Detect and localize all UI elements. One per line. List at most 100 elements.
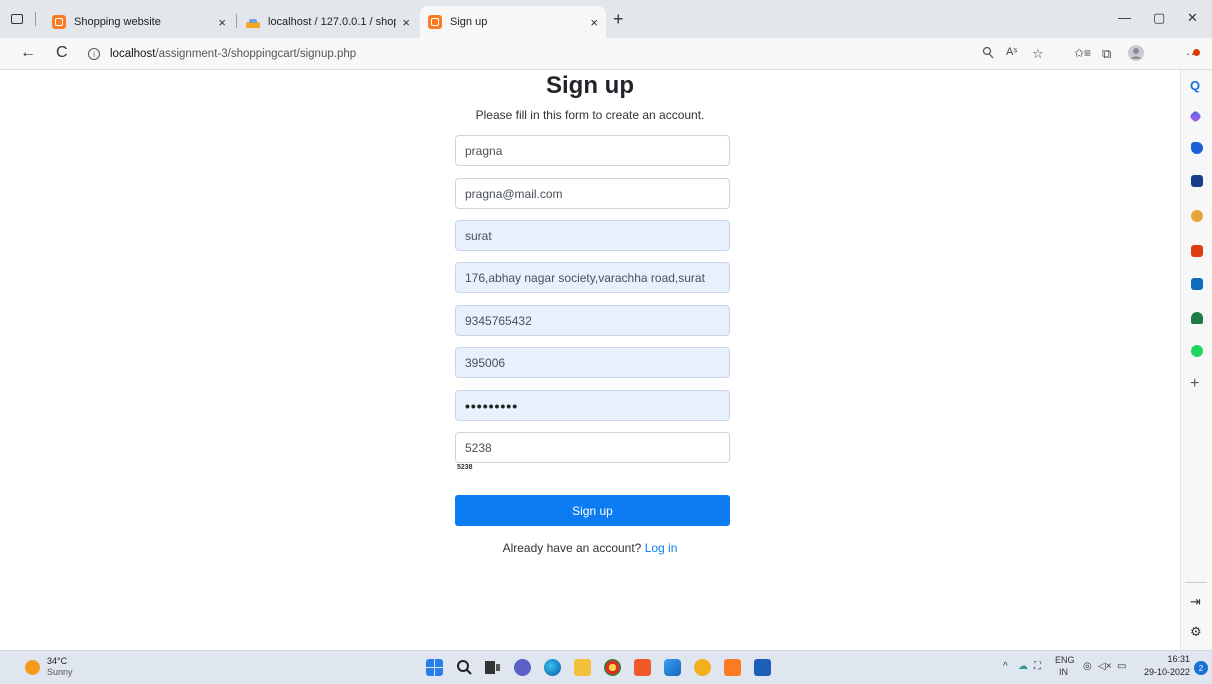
tab-close-icon[interactable]: × xyxy=(590,15,598,30)
tab-actions-icon xyxy=(11,14,23,24)
password-value: ••••••••• xyxy=(465,397,519,414)
login-prompt-text: Already have an account? xyxy=(502,541,642,555)
pincode-value: 395006 xyxy=(465,355,506,370)
address-bar-row: ← C i localhost/assignment-3/shoppingcar… xyxy=(0,38,1212,70)
url-path: /assignment-3/shoppingcart/signup.php xyxy=(155,48,357,60)
people-icon[interactable] xyxy=(1191,210,1203,222)
sign-up-button[interactable]: Sign up xyxy=(455,495,730,526)
chrome-icon[interactable] xyxy=(604,659,621,676)
spotify-icon[interactable] xyxy=(1191,345,1203,357)
wifi-icon[interactable]: ◎ xyxy=(1083,661,1092,672)
office-icon[interactable] xyxy=(1191,245,1203,257)
weather-temperature[interactable]: 34°C xyxy=(47,656,67,666)
settings-icon[interactable]: ⚙ xyxy=(1190,624,1202,640)
add-favorite-button[interactable]: ☆ xyxy=(1032,46,1044,62)
tab-shopping-website[interactable]: Shopping website × xyxy=(44,6,234,38)
email-value: pragna@mail.com xyxy=(465,186,563,201)
tab-title: localhost / 127.0.0.1 / shopping xyxy=(268,16,396,28)
network-tray-icon[interactable]: ⛶ xyxy=(1034,661,1041,672)
word-icon[interactable] xyxy=(754,659,771,676)
back-button[interactable]: ← xyxy=(20,44,36,62)
volume-icon[interactable]: ◁× xyxy=(1098,661,1112,672)
tools-icon[interactable] xyxy=(1191,175,1203,187)
windows-taskbar: 34°C Sunny ^ ☁ ⛶ ENG IN ◎ ◁× ▭ 16:31 29-… xyxy=(0,650,1212,684)
close-window-button[interactable]: ✕ xyxy=(1187,10,1198,26)
tree-icon[interactable] xyxy=(1191,312,1203,324)
search-icon[interactable]: Q xyxy=(1190,78,1200,93)
xampp-icon[interactable] xyxy=(724,659,741,676)
windows-start-icon[interactable] xyxy=(426,659,443,676)
tab-sign-up[interactable]: Sign up × xyxy=(420,6,606,38)
pincode-input[interactable]: 395006 xyxy=(455,347,730,378)
page-title: Sign up xyxy=(546,72,634,99)
password-input[interactable]: ••••••••• xyxy=(455,390,730,421)
tab-close-icon[interactable]: × xyxy=(218,15,226,30)
favorites-button[interactable]: ✩≡ xyxy=(1074,46,1091,60)
file-explorer-icon[interactable] xyxy=(574,659,591,676)
restore-button[interactable]: ▢ xyxy=(1153,10,1165,26)
tab-phpmyadmin[interactable]: localhost / 127.0.0.1 / shopping × xyxy=(238,6,418,38)
divider xyxy=(35,12,36,26)
address-input[interactable]: 176,abhay nagar society,varachha road,su… xyxy=(455,262,730,293)
xampp-favicon-icon xyxy=(52,15,66,29)
reload-button[interactable]: C xyxy=(56,44,68,62)
read-aloud-button[interactable]: Aˢ xyxy=(1006,46,1017,58)
tab-close-icon[interactable]: × xyxy=(402,15,410,30)
tab-title: Shopping website xyxy=(74,16,161,28)
address-value: 176,abhay nagar society,varachha road,su… xyxy=(465,270,705,285)
phone-value: 9345765432 xyxy=(465,313,532,328)
outlook-icon[interactable] xyxy=(1191,278,1203,290)
vscode-icon[interactable] xyxy=(664,659,681,676)
tab-actions-button[interactable] xyxy=(8,10,26,28)
add-sidebar-app-icon[interactable]: + xyxy=(1190,375,1199,393)
minimize-button[interactable]: — xyxy=(1118,10,1131,25)
divider xyxy=(236,14,237,28)
region-indicator[interactable]: IN xyxy=(1059,667,1068,677)
edge-sidebar: Q + ⇥ ⚙ xyxy=(1180,70,1212,650)
xampp-favicon-icon xyxy=(428,15,442,29)
page-content: Sign up Please fill in this form to crea… xyxy=(0,70,1180,650)
city-value: surat xyxy=(465,228,492,243)
clock-time[interactable]: 16:31 xyxy=(1158,654,1190,664)
address-bar[interactable]: i localhost/assignment-3/shoppingcart/si… xyxy=(88,42,968,66)
notifications-badge[interactable]: 2 xyxy=(1194,661,1208,675)
profile-avatar[interactable] xyxy=(1128,45,1144,61)
hide-sidebar-icon[interactable]: ⇥ xyxy=(1190,594,1201,610)
username-input[interactable]: pragna xyxy=(455,135,730,166)
onedrive-icon[interactable]: ☁ xyxy=(1018,661,1028,672)
app-icon[interactable] xyxy=(694,659,711,676)
shopping-tag-icon[interactable] xyxy=(1191,142,1203,154)
weather-description[interactable]: Sunny xyxy=(47,667,73,677)
search-icon[interactable] xyxy=(456,659,473,676)
phone-input[interactable]: 9345765432 xyxy=(455,305,730,336)
url-host: localhost xyxy=(110,48,156,60)
language-indicator[interactable]: ENG xyxy=(1055,655,1075,665)
app-icon[interactable] xyxy=(634,659,651,676)
login-link[interactable]: Log in xyxy=(645,541,678,555)
phpmyadmin-favicon-icon xyxy=(246,15,260,29)
login-prompt: Already have an account? Log in xyxy=(0,541,1180,555)
notification-dot-icon xyxy=(1193,49,1200,56)
site-info-icon[interactable]: i xyxy=(88,48,100,60)
edge-icon[interactable] xyxy=(544,659,561,676)
email-input[interactable]: pragna@mail.com xyxy=(455,178,730,209)
new-tab-button[interactable]: + xyxy=(613,9,624,30)
battery-icon[interactable]: ▭ xyxy=(1117,661,1126,672)
teams-chat-icon[interactable] xyxy=(514,659,531,676)
task-view-icon[interactable] xyxy=(484,659,501,676)
show-hidden-icons-button[interactable]: ^ xyxy=(1003,661,1008,672)
username-value: pragna xyxy=(465,143,503,158)
tab-title: Sign up xyxy=(450,16,488,28)
captcha-code: 5238 xyxy=(457,464,473,471)
captcha-input[interactable]: 5238 xyxy=(455,432,730,463)
divider xyxy=(1185,582,1207,583)
form-description: Please fill in this form to create an ac… xyxy=(475,108,705,122)
clock-date[interactable]: 29-10-2022 xyxy=(1128,667,1190,677)
more-button[interactable]: ··· xyxy=(1186,46,1200,61)
key-icon[interactable] xyxy=(982,46,994,60)
copilot-icon[interactable] xyxy=(1189,110,1202,123)
city-input[interactable]: surat xyxy=(455,220,730,251)
collections-button[interactable]: ⧉ xyxy=(1102,46,1111,62)
captcha-value: 5238 xyxy=(465,440,492,455)
sun-icon[interactable] xyxy=(25,660,40,675)
